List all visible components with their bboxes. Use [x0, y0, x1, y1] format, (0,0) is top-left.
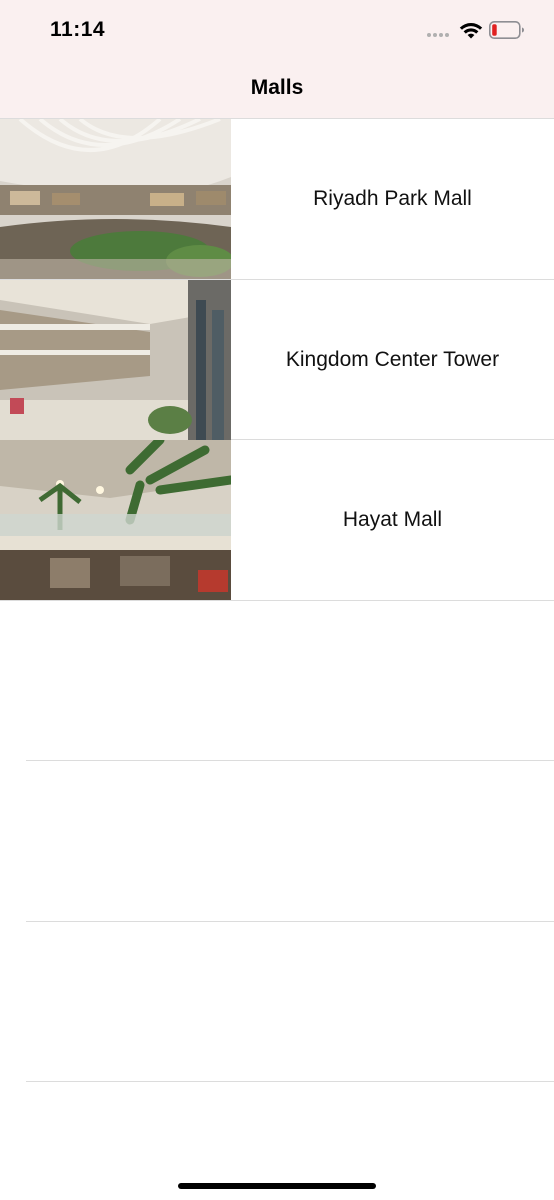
mall-name: Kingdom Center Tower [285, 347, 500, 371]
mall-row-kingdom-center[interactable]: Kingdom Center Tower [0, 279, 554, 440]
page-title: Malls [250, 76, 304, 99]
mall-image [0, 119, 231, 279]
mall-row-hayat[interactable]: Hayat Mall [0, 440, 554, 601]
mall-row-riyadh-park[interactable]: Riyadh Park Mall [0, 119, 554, 280]
status-time: 11:14 [50, 18, 106, 41]
mall-list: Riyadh Park Mall Kingdom Center Tower Ha… [0, 119, 554, 601]
cellular-signal-icon [427, 33, 449, 37]
home-indicator[interactable] [178, 1183, 376, 1189]
row-separator [26, 921, 554, 922]
mall-image [0, 279, 231, 440]
navigation-bar: 11:14 Malls [0, 0, 554, 119]
row-separator [26, 1081, 554, 1082]
wifi-icon [459, 23, 483, 39]
row-separator [26, 760, 554, 761]
mall-name: Hayat Mall [342, 508, 443, 531]
mall-name: Riyadh Park Mall [313, 187, 472, 210]
mall-image [0, 440, 231, 600]
battery-low-icon [489, 21, 524, 39]
